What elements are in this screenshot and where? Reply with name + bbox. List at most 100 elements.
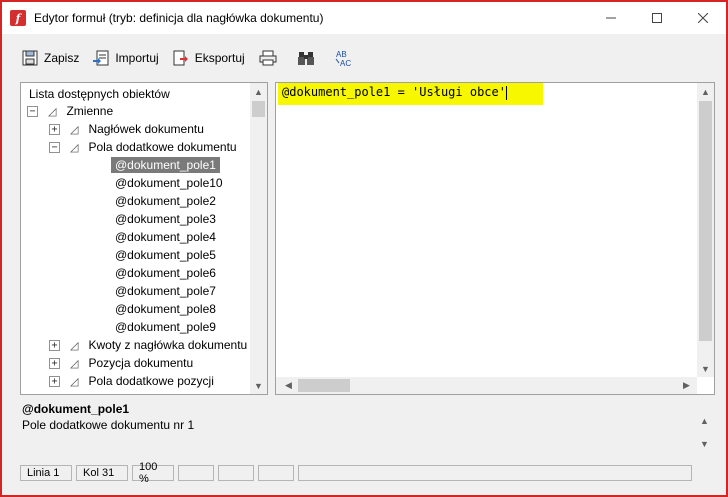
close-icon [698, 13, 708, 23]
description-scrollbar[interactable]: ▲ ▼ [696, 412, 713, 452]
status-empty-2 [218, 465, 254, 481]
description-title: @dokument_pole1 [22, 402, 130, 416]
save-button[interactable]: Zapisz [22, 46, 79, 70]
tree-leaf-item[interactable]: @dokument_pole4 [111, 228, 220, 246]
status-column: Kol 31 [76, 465, 128, 481]
close-button[interactable] [680, 2, 726, 34]
tree-node-zmienne[interactable]: − ◿ Zmienne [27, 102, 113, 120]
tree-leaf-item[interactable]: @dokument_pole10 [111, 174, 227, 192]
scroll-up-icon[interactable]: ▲ [250, 83, 267, 100]
tree-leaf-label: @dokument_pole10 [115, 176, 223, 190]
expand-icon[interactable]: + [49, 339, 60, 351]
triangle-icon: ◿ [70, 375, 79, 388]
maximize-icon [652, 13, 662, 23]
status-empty-4 [298, 465, 692, 481]
app-icon: f [10, 10, 26, 26]
find-button[interactable] [297, 46, 321, 70]
tree-leaf-label: @dokument_pole1 [111, 157, 220, 173]
export-button[interactable]: Eksportuj [173, 46, 245, 70]
tree-leaf-label: @dokument_pole2 [115, 194, 216, 208]
scroll-down-icon[interactable]: ▼ [697, 360, 714, 377]
tree-leaf-label: @dokument_pole5 [115, 248, 216, 262]
import-button[interactable]: Importuj [93, 46, 159, 70]
tree-node-label: Pola dodatkowe dokumentu [88, 140, 237, 154]
editor-vertical-scrollbar[interactable]: ▲ ▼ [697, 83, 714, 377]
tree-node-label: Pozycja dokumentu [88, 356, 194, 370]
tree-leaf-item[interactable]: @dokument_pole1 [111, 156, 220, 174]
printer-icon [259, 50, 277, 66]
tree-node-label: Kwoty z nagłówka dokumentu [88, 338, 248, 352]
scroll-up-icon[interactable]: ▲ [696, 412, 713, 429]
import-label: Importuj [115, 51, 159, 65]
formula-editor-area[interactable]: @dokument_pole1 = 'Usługi obce' ▲ ▼ ◀ ▶ [275, 82, 715, 395]
print-button[interactable] [259, 46, 283, 70]
description-panel: @dokument_pole1 Pole dodatkowe dokumentu… [20, 400, 716, 454]
title-bar[interactable]: f Edytor formuł (tryb: definicja dla nag… [2, 2, 726, 34]
svg-text:AC: AC [340, 59, 351, 67]
code-line[interactable]: @dokument_pole1 = 'Usługi obce' [278, 83, 543, 105]
scroll-down-icon[interactable]: ▼ [250, 377, 267, 394]
tree-vertical-scrollbar[interactable]: ▲ ▼ [250, 83, 267, 394]
tree-leaf-label: @dokument_pole7 [115, 284, 216, 298]
tree-leaf-label: @dokument_pole8 [115, 302, 216, 316]
tree-leaf-item[interactable]: @dokument_pole3 [111, 210, 220, 228]
tree-leaf-label: @dokument_pole6 [115, 266, 216, 280]
status-empty-3 [258, 465, 294, 481]
export-icon [173, 50, 188, 66]
scroll-down-icon[interactable]: ▼ [696, 435, 713, 452]
tree-leaf-label: @dokument_pole9 [115, 320, 216, 334]
status-bar: Linia 1 Kol 31 100 % [20, 461, 716, 485]
scroll-up-icon[interactable]: ▲ [697, 83, 714, 100]
spellcheck-icon: AB AC [335, 50, 351, 67]
text-caret [505, 85, 507, 100]
object-tree-panel[interactable]: Lista dostępnych obiektów − ◿ Zmienne + … [20, 82, 268, 395]
tree-leaf-item[interactable]: @dokument_pole5 [111, 246, 220, 264]
save-label: Zapisz [44, 51, 80, 65]
description-text: Pole dodatkowe dokumentu nr 1 [22, 418, 195, 432]
maximize-button[interactable] [634, 2, 680, 34]
save-icon [22, 50, 38, 66]
triangle-icon: ◿ [48, 105, 57, 118]
window-title: Edytor formuł (tryb: definicja dla nagłó… [34, 11, 324, 25]
tree-node-kwoty[interactable]: + ◿ Kwoty z nagłówka dokumentu [49, 336, 247, 354]
expand-icon[interactable]: + [49, 123, 60, 135]
triangle-icon: ◿ [70, 123, 79, 136]
tree-node-pola-dodatkowe[interactable]: − ◿ Pola dodatkowe dokumentu [49, 138, 237, 156]
tree-leaf-item[interactable]: @dokument_pole6 [111, 264, 220, 282]
tree-leaf-label: @dokument_pole4 [115, 230, 216, 244]
import-icon [93, 50, 109, 66]
expand-icon[interactable]: + [49, 357, 60, 369]
tree-node-pozycja[interactable]: + ◿ Pozycja dokumentu [49, 354, 193, 372]
collapse-icon[interactable]: − [27, 105, 38, 117]
triangle-icon: ◿ [70, 141, 79, 154]
tree-leaf-item[interactable]: @dokument_pole8 [111, 300, 220, 318]
tree-header: Lista dostępnych obiektów [29, 87, 170, 101]
tree-leaf-item[interactable]: @dokument_pole9 [111, 318, 220, 336]
tree-node-label: Zmienne [66, 104, 114, 118]
minimize-button[interactable] [588, 2, 634, 34]
scroll-left-icon[interactable]: ◀ [280, 377, 297, 394]
formula-editor-window: f Edytor formuł (tryb: definicja dla nag… [0, 0, 728, 497]
tree-node-label: Nagłówek dokumentu [88, 122, 204, 136]
tree-leaf-item[interactable]: @dokument_pole2 [111, 192, 220, 210]
spellcheck-button[interactable]: AB AC [335, 46, 359, 70]
triangle-icon: ◿ [70, 357, 79, 370]
triangle-icon: ◿ [70, 339, 79, 352]
collapse-icon[interactable]: − [49, 141, 60, 153]
scroll-thumb[interactable] [252, 101, 265, 117]
status-zoom: 100 % [132, 461, 174, 485]
code-text: @dokument_pole1 = 'Usługi obce' [282, 85, 506, 99]
tree-leaf-label: @dokument_pole3 [115, 212, 216, 226]
export-label: Eksportuj [194, 51, 245, 65]
editor-horizontal-scrollbar[interactable]: ◀ ▶ [276, 377, 697, 394]
tree-node-naglowek[interactable]: + ◿ Nagłówek dokumentu [49, 120, 204, 138]
toolbar: Zapisz Importuj Eksportuj AB AC [2, 40, 726, 76]
tree-node-label: Pola dodatkowe pozycji [88, 374, 214, 388]
tree-leaf-item[interactable]: @dokument_pole7 [111, 282, 220, 300]
expand-icon[interactable]: + [49, 375, 60, 387]
scroll-thumb[interactable] [298, 379, 350, 392]
tree-node-pola-pozycji[interactable]: + ◿ Pola dodatkowe pozycji [49, 372, 214, 390]
scroll-thumb[interactable] [699, 101, 712, 341]
scroll-right-icon[interactable]: ▶ [678, 377, 695, 394]
binoculars-icon [297, 52, 314, 65]
